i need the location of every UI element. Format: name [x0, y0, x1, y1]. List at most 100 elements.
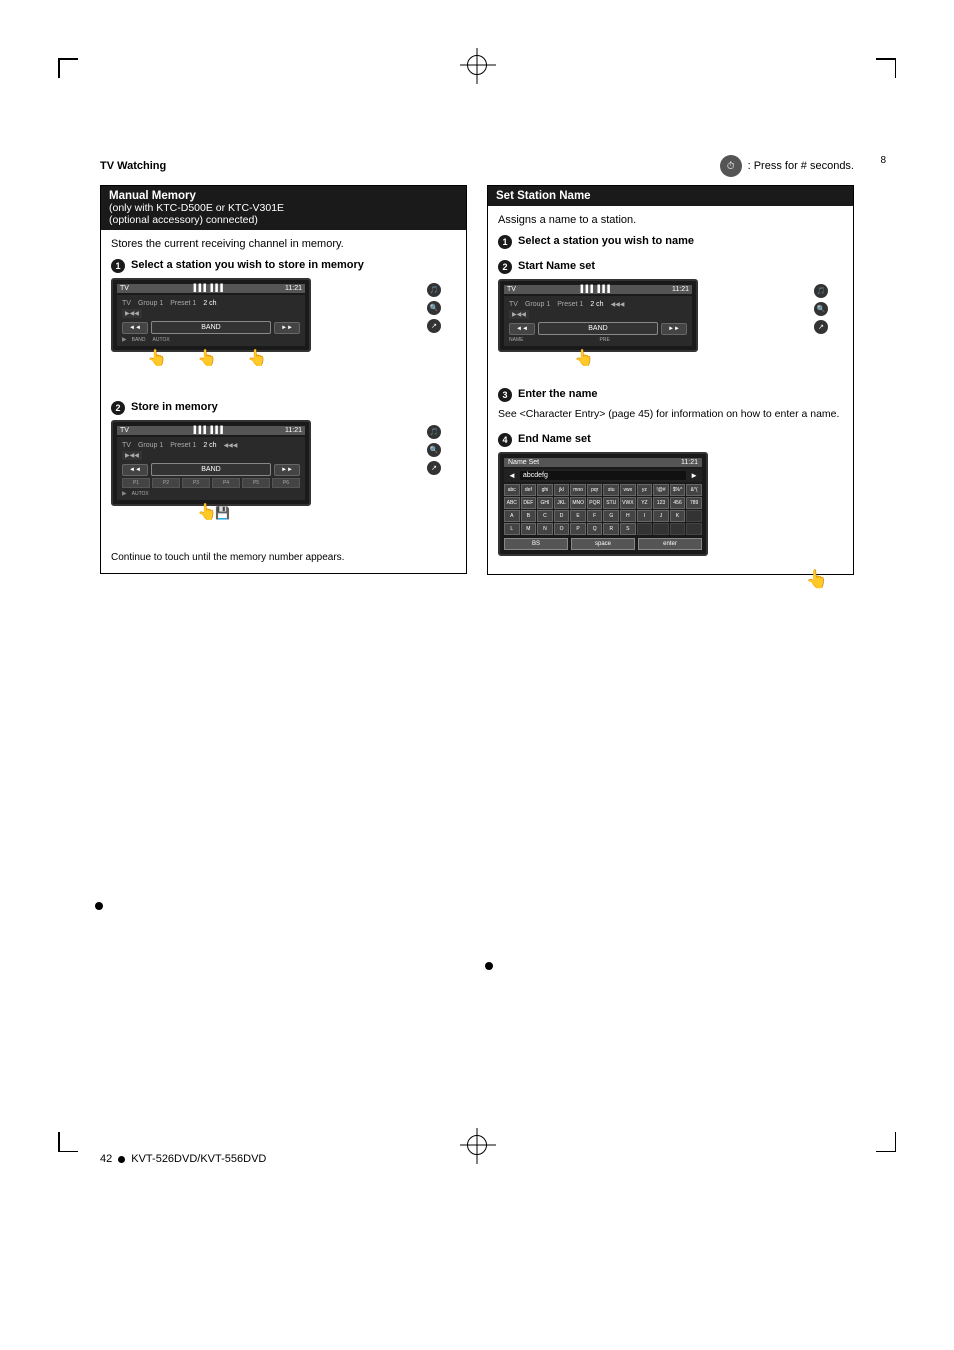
screen-r1-icons: ◀◀◀: [611, 301, 625, 308]
ns-key-S[interactable]: S: [620, 523, 636, 535]
touch-hand-ns: 👆: [806, 569, 828, 590]
ns-key-789[interactable]: 789: [686, 497, 702, 509]
ns-key-I[interactable]: I: [637, 510, 653, 522]
ns-enter-btn[interactable]: enter: [638, 538, 702, 550]
ns-key-ghi[interactable]: ghi: [537, 484, 553, 496]
ns-key-GHI[interactable]: GHI: [537, 497, 553, 509]
ns-key-K[interactable]: K: [670, 510, 686, 522]
ns-key-VWX[interactable]: VWX: [620, 497, 636, 509]
ns-bs-btn[interactable]: BS: [504, 538, 568, 550]
screen2-prev-btn: ◄◄: [122, 464, 148, 476]
ns-key-vwx[interactable]: vwx: [620, 484, 636, 496]
right-step3-label: 3 Enter the name: [498, 387, 843, 402]
manual-memory-subtitle1: (only with KTC-D500E or KTC-V301E: [109, 202, 284, 214]
manual-memory-title: Manual Memory (only with KTC-D500E or KT…: [101, 186, 466, 230]
ns-key-R[interactable]: R: [603, 523, 619, 535]
set-station-name-body: Assigns a name to a station. 1 Select a …: [488, 206, 853, 574]
touch-hand-3: 👆: [247, 348, 267, 368]
ns-key-456[interactable]: 456: [670, 497, 686, 509]
ns-key-L[interactable]: L: [504, 523, 520, 535]
footer-dot: [118, 1156, 125, 1163]
screen2-sub: ▶◀◀: [122, 451, 142, 460]
ns-key-123[interactable]: 123: [653, 497, 669, 509]
screen-r1-bottom: NAME PRE: [509, 337, 687, 343]
corner-mark-tr: [871, 58, 896, 83]
ns-key-PQR[interactable]: PQR: [587, 497, 603, 509]
footer-model: KVT-526DVD/KVT-556DVD: [131, 1153, 266, 1165]
ns-key-def[interactable]: def: [521, 484, 537, 496]
ns-key-P[interactable]: P: [570, 523, 586, 535]
ns-key-Q[interactable]: Q: [587, 523, 603, 535]
registration-mark-top: [467, 55, 487, 75]
ns-key-YZ[interactable]: YZ: [637, 497, 653, 509]
ns-key-ABC[interactable]: ABC: [504, 497, 520, 509]
stores-text: Stores the current receiving channel in …: [111, 238, 456, 250]
name-set-screen-container: Name Set 11:21 ◄ abcdefg ► abc: [498, 452, 823, 556]
ns-title: Name Set: [508, 459, 539, 466]
ns-key-sym2[interactable]: $%^: [670, 484, 686, 496]
ns-bottom-row: BS space enter: [504, 538, 702, 550]
ns-key-M[interactable]: M: [521, 523, 537, 535]
ns-prev-nav[interactable]: ◄: [508, 471, 516, 480]
bullet-dot-right: [485, 962, 493, 970]
screen2-preset: Preset 1: [170, 442, 196, 449]
screen2-band-btn: BAND: [151, 463, 271, 476]
set-station-name-section: Set Station Name Assigns a name to a sta…: [487, 185, 854, 575]
ns-key-D[interactable]: D: [554, 510, 570, 522]
ns-key-DEF[interactable]: DEF: [521, 497, 537, 509]
ns-key-empty3: [653, 523, 669, 535]
ns-key-J[interactable]: J: [653, 510, 669, 522]
ns-key-G[interactable]: G: [603, 510, 619, 522]
ns-key-MNO[interactable]: MNO: [570, 497, 586, 509]
step2-item: 2 Store in memory TV ▐▐▐ ▐▐▐ 11:21: [111, 400, 456, 506]
ns-key-B[interactable]: B: [521, 510, 537, 522]
ns-key-sym3[interactable]: &*(: [686, 484, 702, 496]
ns-key-O[interactable]: O: [554, 523, 570, 535]
ns-key-C[interactable]: C: [537, 510, 553, 522]
screen1-prev-btn: ◄◄: [122, 322, 148, 334]
touch-hand-2: 👆: [197, 348, 217, 368]
ns-key-row-1: abc def ghi jkl mno pqr stu vwx yz !@#: [504, 484, 702, 496]
screen1-auto: AUTOX: [153, 337, 170, 343]
screen1-play: ▶: [122, 336, 127, 343]
ns-next-nav[interactable]: ►: [690, 471, 698, 480]
ns-key-pqr[interactable]: pqr: [587, 484, 603, 496]
ns-topbar: Name Set 11:21: [504, 458, 702, 467]
icon-arr-r1: ↗: [814, 320, 828, 334]
bullet-dot-left: [95, 902, 103, 910]
step2-text: Store in memory: [131, 400, 218, 414]
assigns-text: Assigns a name to a station.: [498, 214, 843, 226]
icon-tune-2: 🎵: [427, 425, 441, 439]
screen1-band-btn: BAND: [151, 321, 271, 334]
ns-key-stu[interactable]: stu: [603, 484, 619, 496]
memory-icon: 💾: [215, 506, 230, 520]
ns-key-JKL[interactable]: JKL: [554, 497, 570, 509]
screen-r1-ch: 2 ch: [590, 301, 603, 308]
step3-desc: See <Character Entry> (page 45) for info…: [498, 407, 843, 422]
ns-key-A[interactable]: A: [504, 510, 520, 522]
icon-arr: ↗: [427, 319, 441, 333]
page-number: 8: [880, 155, 886, 166]
ns-key-mno[interactable]: mno: [570, 484, 586, 496]
ns-key-yz[interactable]: yz: [637, 484, 653, 496]
ns-key-H[interactable]: H: [620, 510, 636, 522]
ns-key-row-3: A B C D E F G H I J K: [504, 510, 702, 522]
screen-r1-preset: Preset 1: [557, 301, 583, 308]
preset-p3: P3: [182, 478, 210, 488]
screen-r1-next-btn: ►►: [661, 323, 687, 335]
ns-key-N[interactable]: N: [537, 523, 553, 535]
ns-key-sym1[interactable]: !@#: [653, 484, 669, 496]
icon-tune-r1: 🎵: [814, 284, 828, 298]
ns-space-btn[interactable]: space: [571, 538, 635, 550]
ns-key-E[interactable]: E: [570, 510, 586, 522]
right-step4-num: 4: [498, 433, 512, 447]
ns-key-STU[interactable]: STU: [603, 497, 619, 509]
preset-p6: P6: [272, 478, 300, 488]
touch-hand-1: 👆: [147, 348, 167, 368]
registration-mark-bottom: [467, 1135, 487, 1155]
ns-key-jkl[interactable]: jkl: [554, 484, 570, 496]
screen-r1-tv: TV: [509, 301, 518, 308]
ns-key-abc[interactable]: abc: [504, 484, 520, 496]
header-section-title: TV Watching: [100, 160, 166, 172]
ns-key-F[interactable]: F: [587, 510, 603, 522]
